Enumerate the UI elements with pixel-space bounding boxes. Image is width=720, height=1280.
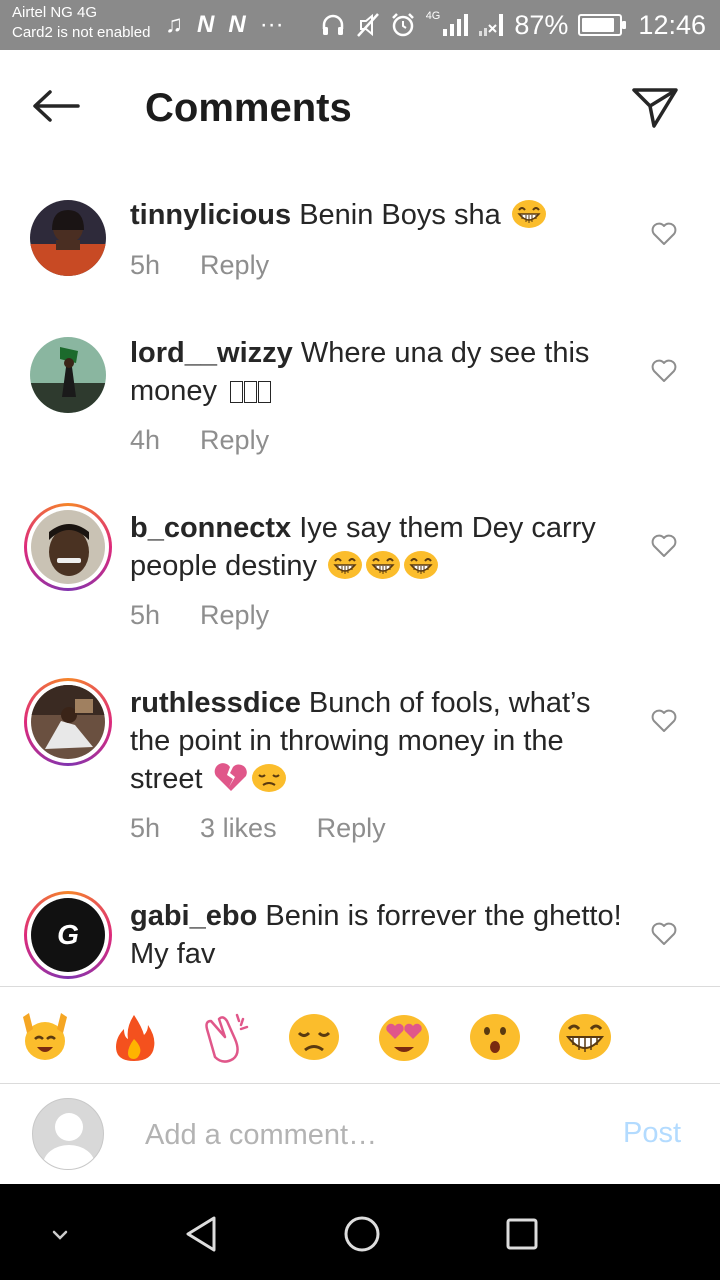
avatar-image: G xyxy=(31,898,105,972)
share-direct-button[interactable] xyxy=(630,82,680,130)
comment-composer: Post xyxy=(0,1085,720,1185)
comments-header: Comments xyxy=(0,50,720,162)
battery-level-fill xyxy=(582,18,614,32)
carrier-name: Airtel NG 4G xyxy=(12,4,98,21)
signal-icon xyxy=(443,14,469,36)
back-triangle-icon[interactable] xyxy=(180,1212,224,1256)
comment-username[interactable]: lord__wizzy xyxy=(130,337,293,369)
alarm-icon xyxy=(391,13,414,37)
avatar-image xyxy=(30,337,106,413)
comment-time: 5h xyxy=(130,250,161,280)
avatar[interactable]: G xyxy=(24,891,112,979)
headphones-icon xyxy=(322,14,343,35)
broken-heart-emoji xyxy=(214,763,247,791)
comment-meta: 4h Reply xyxy=(130,425,269,456)
heart-icon[interactable] xyxy=(651,922,677,946)
comment-username[interactable]: gabi_ebo xyxy=(130,900,257,932)
heart-icon[interactable] xyxy=(651,359,677,383)
avatar[interactable] xyxy=(24,331,112,419)
network-type-label: 4G xyxy=(425,10,441,22)
comment-time: 5h xyxy=(130,813,161,843)
disappointed-emoji xyxy=(251,764,286,792)
carrier-info: Airtel NG 4G Card2 is not enabled xyxy=(12,3,150,43)
hushed-emoji[interactable] xyxy=(467,1009,523,1065)
heart-icon[interactable] xyxy=(651,709,677,733)
clapping-hands-emoji[interactable] xyxy=(195,1009,251,1065)
my-avatar xyxy=(32,1098,104,1170)
reply-button[interactable]: Reply xyxy=(200,250,269,281)
heart-eyes-emoji[interactable] xyxy=(376,1009,432,1065)
comment-item: tinnylicious Benin Boys sha 5h Reply xyxy=(0,162,720,302)
joy-emoji xyxy=(404,551,439,579)
status-bar: Airtel NG 4G Card2 is not enabled ♫ N N … xyxy=(0,0,720,50)
paper-plane-icon xyxy=(632,88,678,128)
comment-item: G gabi_ebo Benin is forrever the ghetto!… xyxy=(0,865,720,986)
comment-content: tinnylicious Benin Boys sha xyxy=(130,196,630,234)
comment-item: b_connectx Iye say them Dey carry people… xyxy=(0,477,720,652)
avatar-image xyxy=(31,510,105,584)
comment-content: b_connectx Iye say them Dey carry people… xyxy=(130,509,630,585)
mute-icon xyxy=(356,13,379,37)
reply-button[interactable]: Reply xyxy=(317,813,386,844)
comment-time: 4h xyxy=(130,425,161,455)
recents-square-icon[interactable] xyxy=(500,1212,544,1256)
missing-glyph-icon xyxy=(244,381,258,403)
post-button[interactable]: Post xyxy=(623,1117,681,1150)
joy-emoji[interactable] xyxy=(557,1009,613,1065)
comment-time: 5h xyxy=(130,600,161,630)
notification-icons: ♫ N N ··· xyxy=(165,8,284,42)
comments-list[interactable]: tinnylicious Benin Boys sha 5h Reply lor… xyxy=(0,162,720,986)
avatar[interactable] xyxy=(24,194,112,282)
signal-no-sim-icon xyxy=(479,14,504,36)
comment-item: ruthlessdice Bunch of fools, what’s the … xyxy=(0,652,720,865)
comment-meta: 5h Reply xyxy=(130,600,269,631)
default-user-icon xyxy=(43,1113,95,1169)
quick-reaction-bar xyxy=(0,986,720,1084)
reply-button[interactable]: Reply xyxy=(200,425,269,456)
n-notification-icon: N xyxy=(228,11,246,38)
disappointed-emoji[interactable] xyxy=(286,1009,342,1065)
comment-meta: 5h 3 likes Reply xyxy=(130,813,386,844)
avatar-image xyxy=(30,200,106,276)
comment-meta: 5h Reply xyxy=(130,250,269,281)
comment-username[interactable]: tinnylicious xyxy=(130,199,291,231)
avatar-image xyxy=(31,685,105,759)
comment-likes[interactable]: 3 likes xyxy=(200,813,277,844)
avatar-letter: G xyxy=(57,919,79,950)
battery-icon xyxy=(578,14,627,36)
heart-icon[interactable] xyxy=(651,222,677,246)
comment-input[interactable] xyxy=(145,1113,595,1157)
fire-emoji[interactable] xyxy=(106,1009,162,1065)
music-note-icon: ♫ xyxy=(165,11,183,38)
raised-hands-emoji[interactable] xyxy=(17,1009,73,1065)
comment-content: lord__wizzy Where una dy see this money xyxy=(130,334,630,410)
battery-percent: 87% xyxy=(514,9,569,40)
reply-button[interactable]: Reply xyxy=(200,600,269,631)
comment-item: lord__wizzy Where una dy see this money … xyxy=(0,302,720,477)
comment-username[interactable]: ruthlessdice xyxy=(130,687,301,719)
comment-content: ruthlessdice Bunch of fools, what’s the … xyxy=(130,684,630,798)
heart-icon[interactable] xyxy=(651,534,677,558)
missing-glyph-icon xyxy=(258,381,272,403)
joy-emoji xyxy=(328,551,363,579)
more-notifications-icon: ··· xyxy=(259,11,284,38)
joy-emoji xyxy=(511,200,546,228)
comment-text: Benin Boys sha xyxy=(299,199,501,231)
clock: 12:46 xyxy=(638,9,706,40)
avatar[interactable] xyxy=(24,503,112,591)
back-button[interactable] xyxy=(30,86,82,126)
n-notification-icon: N xyxy=(197,11,215,38)
avatar[interactable] xyxy=(24,678,112,766)
page-title: Comments xyxy=(145,86,352,130)
sim-note: Card2 is not enabled xyxy=(12,24,151,41)
comment-username[interactable]: b_connectx xyxy=(130,512,291,544)
home-circle-icon[interactable] xyxy=(340,1212,384,1256)
system-icons: 4G 87% 12:46 xyxy=(320,8,706,42)
comment-content: gabi_ebo Benin is forrever the ghetto! M… xyxy=(130,897,630,973)
android-nav-bar xyxy=(0,1184,720,1280)
missing-glyph-icon xyxy=(230,381,244,403)
arrow-left-icon xyxy=(33,90,80,122)
joy-emoji xyxy=(366,551,401,579)
collapse-chevron-icon[interactable] xyxy=(40,1214,80,1254)
